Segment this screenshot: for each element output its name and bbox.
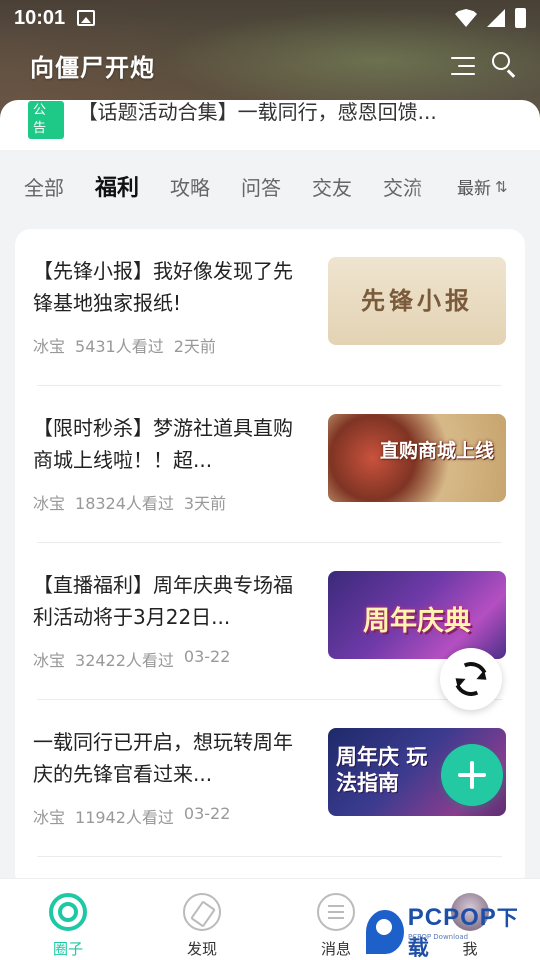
status-icons: [455, 8, 526, 28]
article-author: 冰宝: [33, 494, 66, 513]
article-views: 11942人看过: [75, 808, 174, 827]
wifi-icon: [455, 9, 477, 27]
article-author: 冰宝: [33, 808, 66, 827]
tab-friends[interactable]: 交友: [312, 172, 352, 201]
list-item[interactable]: 【限时秒杀】梦游社道具直购商城上线啦！！超... 冰宝 18324人看过 3天前…: [15, 386, 525, 542]
watermark-icon: [366, 910, 404, 954]
thumbnail-caption: 先锋小报: [361, 286, 473, 315]
battery-icon: [515, 8, 526, 28]
thumbnail-caption: 直购商城上线: [379, 440, 494, 462]
nav-item-circle[interactable]: 圈子: [18, 879, 118, 960]
page-title: 向僵尸开炮: [30, 54, 155, 82]
article-title: 【先锋小报】我好像发现了先锋基地独家报纸!: [33, 259, 293, 315]
article-thumbnail: 周年庆典: [328, 571, 506, 659]
article-time: 03-22: [183, 647, 231, 666]
article-thumbnail: 直购商城上线: [328, 414, 506, 502]
article-author: 冰宝: [33, 651, 66, 670]
article-views: 32422人看过: [75, 651, 174, 670]
article-meta: 冰宝 11942人看过 03-22: [33, 804, 230, 828]
divider: [37, 856, 502, 857]
tab-benefits[interactable]: 福利: [95, 170, 139, 202]
status-time: 10:01: [14, 6, 66, 29]
sort-icon: ⇅: [495, 177, 508, 196]
nav-label: 圈子: [52, 940, 83, 958]
tab-all[interactable]: 全部: [24, 172, 64, 201]
tab-guides[interactable]: 攻略: [170, 172, 210, 201]
article-title: 【直播福利】周年庆典专场福利活动将于3月22日...: [33, 573, 293, 629]
article-views: 18324人看过: [75, 494, 174, 513]
message-icon: [317, 893, 355, 931]
article-thumbnail: 先锋小报: [328, 257, 506, 345]
status-bar: 10:01: [0, 0, 540, 36]
add-post-button[interactable]: [441, 744, 503, 806]
nav-label: 发现: [186, 940, 217, 958]
article-time: 03-22: [183, 804, 231, 823]
refresh-icon: [449, 657, 493, 701]
watermark-brand: PCPOP: [407, 904, 497, 931]
refresh-button[interactable]: [440, 648, 502, 710]
image-notification-icon: [77, 10, 96, 26]
announcement-text[interactable]: 【话题活动合集】一载同行，感恩回馈...: [78, 100, 512, 125]
announcement-badge: 公告: [28, 101, 64, 139]
home-circle-icon: [49, 893, 87, 931]
tab-qa[interactable]: 问答: [241, 172, 281, 201]
thumbnail-caption: 周年庆典: [363, 606, 471, 637]
nav-item-discover[interactable]: 发现: [152, 879, 252, 960]
list-item[interactable]: 【先锋小报】我好像发现了先锋基地独家报纸! 冰宝 5431人看过 2天前 先锋小…: [15, 229, 525, 385]
menu-icon[interactable]: [449, 55, 475, 77]
article-meta: 冰宝 18324人看过 3天前: [33, 490, 226, 514]
sort-button[interactable]: 最新 ⇅: [457, 174, 508, 200]
article-time: 2天前: [173, 337, 216, 356]
search-icon[interactable]: [490, 50, 518, 78]
article-author: 冰宝: [33, 337, 66, 356]
sort-label: 最新: [457, 179, 491, 199]
article-title: 一载同行已开启，想玩转周年庆的先锋官看过来...: [33, 730, 293, 786]
article-title: 【限时秒杀】梦游社道具直购商城上线啦！！超...: [33, 416, 293, 472]
watermark-subtext: PCPOP Download: [408, 933, 469, 941]
article-meta: 冰宝 5431人看过 2天前: [33, 333, 216, 357]
compass-icon: [183, 893, 221, 931]
article-views: 5431人看过: [75, 337, 164, 356]
thumbnail-caption: 周年庆 玩法指南: [336, 745, 428, 795]
watermark-text: PCPOP下载: [408, 902, 540, 960]
article-meta: 冰宝 32422人看过 03-22: [33, 647, 230, 671]
article-time: 3天前: [183, 494, 227, 513]
watermark-logo: PCPOP下载 PCPOP Download: [366, 902, 540, 960]
tabs-fade: [410, 160, 450, 212]
announcement-bar[interactable]: 公告 【话题活动合集】一载同行，感恩回馈...: [0, 100, 540, 150]
signal-icon: [487, 9, 505, 27]
